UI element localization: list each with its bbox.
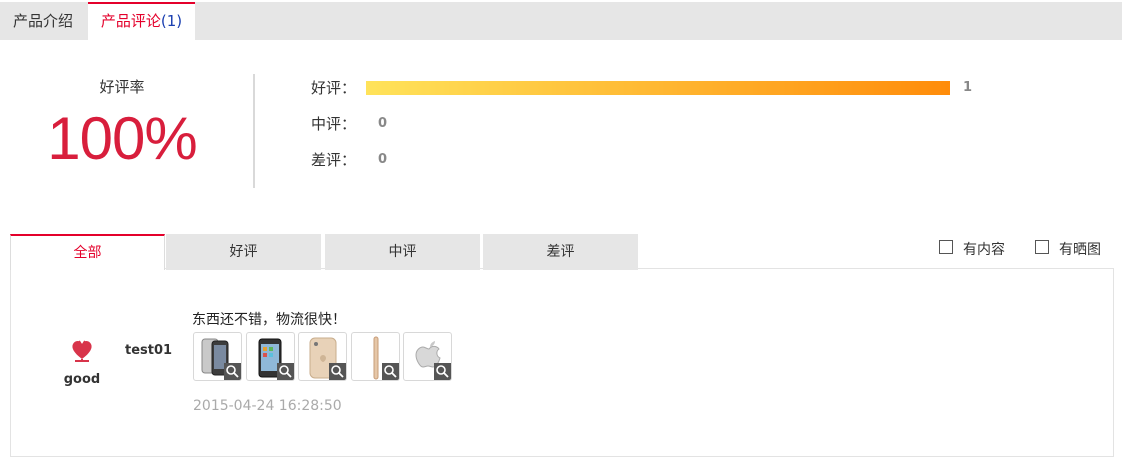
tab-product-reviews[interactable]: 产品评论(1)	[88, 2, 195, 40]
mid-review-label: 中评：	[311, 115, 357, 133]
good-review-count: 1	[963, 80, 973, 95]
review-comment: 东西还不错，物流很快！	[192, 312, 346, 328]
good-review-label: 好评：	[311, 79, 357, 97]
review-photo-thumb[interactable]	[403, 332, 452, 381]
mid-review-row: 中评： 0	[311, 112, 431, 136]
good-rate-value: 100%	[47, 105, 197, 172]
review-photo-thumb[interactable]	[298, 332, 347, 381]
tab-reviews-count: (1)	[160, 12, 183, 30]
reviewer-username: test01	[125, 343, 173, 358]
filter-has-content-label: 有内容	[963, 242, 1005, 258]
filter-has-photos-label: 有晒图	[1059, 242, 1101, 258]
bad-review-row: 差评： 0	[311, 148, 431, 172]
good-review-bar	[366, 81, 950, 95]
tab-reviews-label: 产品评论	[100, 12, 161, 30]
filter-tab-good[interactable]: 好评	[166, 234, 321, 270]
heart-flower-icon	[72, 340, 92, 362]
good-review-row: 好评： 1	[311, 76, 1011, 100]
checkbox-box[interactable]	[939, 240, 953, 254]
filter-tab-mid[interactable]: 中评	[325, 234, 480, 270]
zoom-icon[interactable]	[329, 363, 346, 380]
zoom-icon[interactable]	[277, 363, 294, 380]
top-tab-bar: 产品介绍 产品评论(1)	[0, 2, 1122, 40]
mid-review-count: 0	[378, 116, 388, 131]
zoom-icon[interactable]	[434, 363, 451, 380]
zoom-icon[interactable]	[224, 363, 241, 380]
filter-has-photos-checkbox[interactable]: 有晒图	[1035, 240, 1115, 258]
review-date: 2015-04-24 16:28:50	[193, 398, 342, 414]
checkbox-box[interactable]	[1035, 240, 1049, 254]
review-list-panel	[10, 268, 1114, 457]
bad-review-label: 差评：	[311, 151, 357, 169]
zoom-icon[interactable]	[382, 363, 399, 380]
review-photo-thumb[interactable]	[193, 332, 242, 381]
filter-has-content-checkbox[interactable]: 有内容	[939, 240, 1019, 258]
tab-product-intro[interactable]: 产品介绍	[0, 2, 86, 40]
review-photo-thumb[interactable]	[246, 332, 295, 381]
bad-review-count: 0	[378, 152, 388, 167]
filter-tab-bad[interactable]: 差评	[483, 234, 638, 270]
filter-tab-all[interactable]: 全部	[10, 234, 165, 270]
review-grade-badge: good	[63, 372, 101, 387]
good-rate-label: 好评率	[99, 78, 145, 96]
summary-divider	[253, 74, 255, 188]
review-photo-thumb[interactable]	[351, 332, 400, 381]
